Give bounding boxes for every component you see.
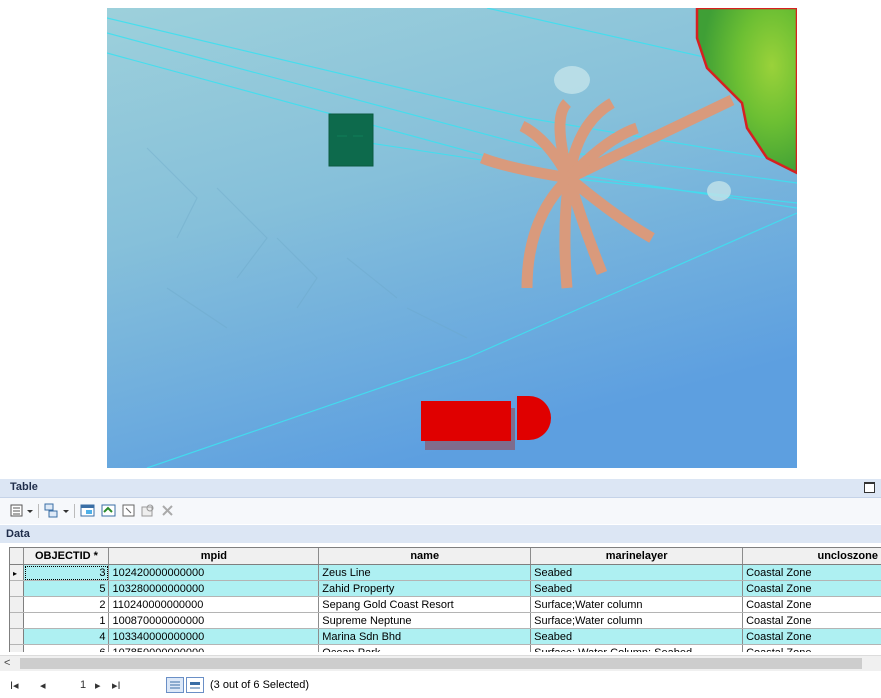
cell-marinelayer[interactable]: Seabed: [530, 580, 744, 597]
map-canvas[interactable]: [107, 8, 797, 468]
show-all-records-icon[interactable]: [166, 677, 184, 693]
cell-marinelayer[interactable]: Surface; Water Column; Seabed: [530, 644, 744, 652]
cell-uncloszone[interactable]: Coastal Zone: [742, 628, 881, 645]
cell-objectid[interactable]: 1: [23, 612, 110, 629]
cell-marinelayer[interactable]: Seabed: [530, 628, 744, 645]
row-selector-header[interactable]: [10, 548, 25, 565]
window-title: Table: [10, 481, 38, 493]
table-toolbar: [0, 498, 881, 524]
column-header-mpid[interactable]: mpid: [108, 548, 320, 565]
table-row[interactable]: 2 110240000000000 Sepang Gold Coast Resort…: [10, 596, 881, 613]
next-record-icon[interactable]: ▸: [95, 679, 101, 692]
cell-name[interactable]: Zeus Line: [318, 564, 532, 581]
cell-mpid[interactable]: 107850000000000: [108, 644, 320, 652]
row-selector[interactable]: [10, 644, 25, 652]
cell-marinelayer[interactable]: Surface;Water column: [530, 596, 744, 613]
cell-mpid[interactable]: 103340000000000: [108, 628, 320, 645]
zoom-to-selected-icon[interactable]: [140, 503, 156, 519]
row-selector[interactable]: [10, 612, 25, 629]
cell-uncloszone[interactable]: Coastal Zone: [742, 644, 881, 652]
shallow-patch: [554, 66, 590, 94]
cell-name[interactable]: Sepang Gold Coast Resort: [318, 596, 532, 613]
cell-uncloszone[interactable]: Coastal Zone: [742, 564, 881, 581]
column-header-objectid[interactable]: OBJECTID *: [23, 548, 110, 565]
attribute-table-window: Table Data OBJECTID * mpid name marinela…: [0, 479, 881, 698]
column-header-name[interactable]: name: [318, 548, 532, 565]
cell-uncloszone[interactable]: Coastal Zone: [742, 612, 881, 629]
row-selector[interactable]: [10, 596, 25, 613]
attribute-grid: OBJECTID * mpid name marinelayer unclosz…: [9, 547, 881, 652]
row-selector[interactable]: [10, 628, 25, 645]
show-selected-records-icon[interactable]: [186, 677, 204, 693]
related-tables-icon[interactable]: [44, 503, 70, 519]
table-row[interactable]: 6107850000000000Ocean ParkSurface; Water…: [10, 644, 881, 652]
last-record-icon[interactable]: ▸I: [112, 679, 121, 692]
table-row[interactable]: 1 100870000000000 Supreme Neptune Surface;W…: [10, 612, 881, 629]
first-record-icon[interactable]: I◂: [10, 679, 19, 692]
cell-mpid[interactable]: 102420000000000: [108, 564, 320, 581]
cell-mpid[interactable]: 110240000000000: [108, 596, 320, 613]
horizontal-scrollbar[interactable]: <: [0, 655, 881, 671]
table-row[interactable]: 5 103280000000000 Zahid Property Seabed Coas…: [10, 580, 881, 597]
row-selector[interactable]: [10, 580, 25, 597]
cell-objectid[interactable]: 3: [23, 564, 110, 581]
cell-marinelayer[interactable]: Surface;Water column: [530, 612, 744, 629]
cell-marinelayer[interactable]: Seabed: [530, 564, 744, 581]
cell-objectid[interactable]: 2: [23, 596, 110, 613]
column-header-marinelayer[interactable]: marinelayer: [530, 548, 744, 565]
cell-mpid[interactable]: 100870000000000: [108, 612, 320, 629]
column-header-uncloszone[interactable]: uncloszone: [742, 548, 881, 565]
previous-record-icon[interactable]: ◂: [40, 679, 46, 692]
cell-name[interactable]: Zahid Property: [318, 580, 532, 597]
switch-selection-icon[interactable]: [101, 503, 119, 519]
clear-selection-icon[interactable]: [121, 503, 137, 519]
cell-name[interactable]: Marina Sdn Bhd: [318, 628, 532, 645]
delete-selected-icon[interactable]: [160, 503, 176, 519]
cell-objectid[interactable]: 4: [23, 628, 110, 645]
scrollbar-thumb[interactable]: [20, 658, 862, 669]
map-view[interactable]: [107, 8, 797, 468]
table-options-icon[interactable]: [10, 503, 34, 519]
cell-objectid[interactable]: 6: [23, 644, 110, 652]
cell-uncloszone[interactable]: Coastal Zone: [742, 596, 881, 613]
maximize-icon[interactable]: [864, 482, 875, 493]
table-status-bar: I◂ ◂ 1 ▸ ▸I (3 out of 6 Selected): [0, 673, 881, 698]
selection-count-text: (3 out of 6 Selected): [210, 679, 310, 691]
current-row-indicator[interactable]: ▸: [10, 564, 25, 581]
cell-name[interactable]: Supreme Neptune: [318, 612, 532, 629]
cell-name[interactable]: Ocean Park: [318, 644, 532, 652]
marine-plot-green: [328, 113, 374, 167]
table-row[interactable]: 4 103340000000000 Marina Sdn Bhd Seabed Coas…: [10, 628, 881, 645]
toolbar-separator: [38, 504, 39, 518]
toolbar-separator: [74, 504, 75, 518]
table-header-row: OBJECTID * mpid name marinelayer unclosz…: [10, 548, 881, 565]
table-row[interactable]: ▸ 3 102420000000000 Zeus Line Seabed Coastal …: [10, 564, 881, 581]
table-title-bar: Table: [0, 479, 881, 498]
cell-objectid[interactable]: 5: [23, 580, 110, 597]
current-record-field[interactable]: 1: [80, 679, 86, 691]
tab-data[interactable]: Data: [6, 528, 30, 540]
cell-mpid[interactable]: 103280000000000: [108, 580, 320, 597]
sea-surface: [107, 8, 797, 468]
table-tab-strip: Data: [0, 525, 881, 543]
scroll-left-icon[interactable]: <: [4, 657, 10, 669]
shallow-patch: [707, 181, 731, 201]
cell-uncloszone[interactable]: Coastal Zone: [742, 580, 881, 597]
select-by-attributes-icon[interactable]: [80, 503, 98, 519]
